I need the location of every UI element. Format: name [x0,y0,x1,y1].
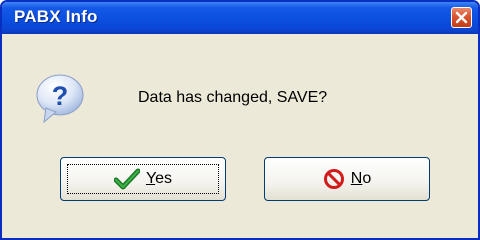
no-entry-icon [323,169,344,189]
svg-text:?: ? [52,81,69,111]
no-label-rest: o [362,170,372,187]
window-title: PABX Info [14,7,98,26]
yes-button[interactable]: Yes [60,157,226,201]
focus-rectangle [67,164,219,194]
dialog-window: PABX Info ? Data has changed, SAVE? Yes … [0,0,480,240]
close-button[interactable] [451,7,472,28]
no-button-label: No [351,170,371,188]
no-mnemonic: N [350,170,363,187]
dialog-body: ? Data has changed, SAVE? Yes No [2,34,478,238]
title-bar[interactable]: PABX Info [2,2,478,34]
dialog-message: Data has changed, SAVE? [138,89,328,106]
no-button[interactable]: No [264,157,430,201]
question-icon: ? [36,74,84,124]
close-icon [455,11,468,24]
